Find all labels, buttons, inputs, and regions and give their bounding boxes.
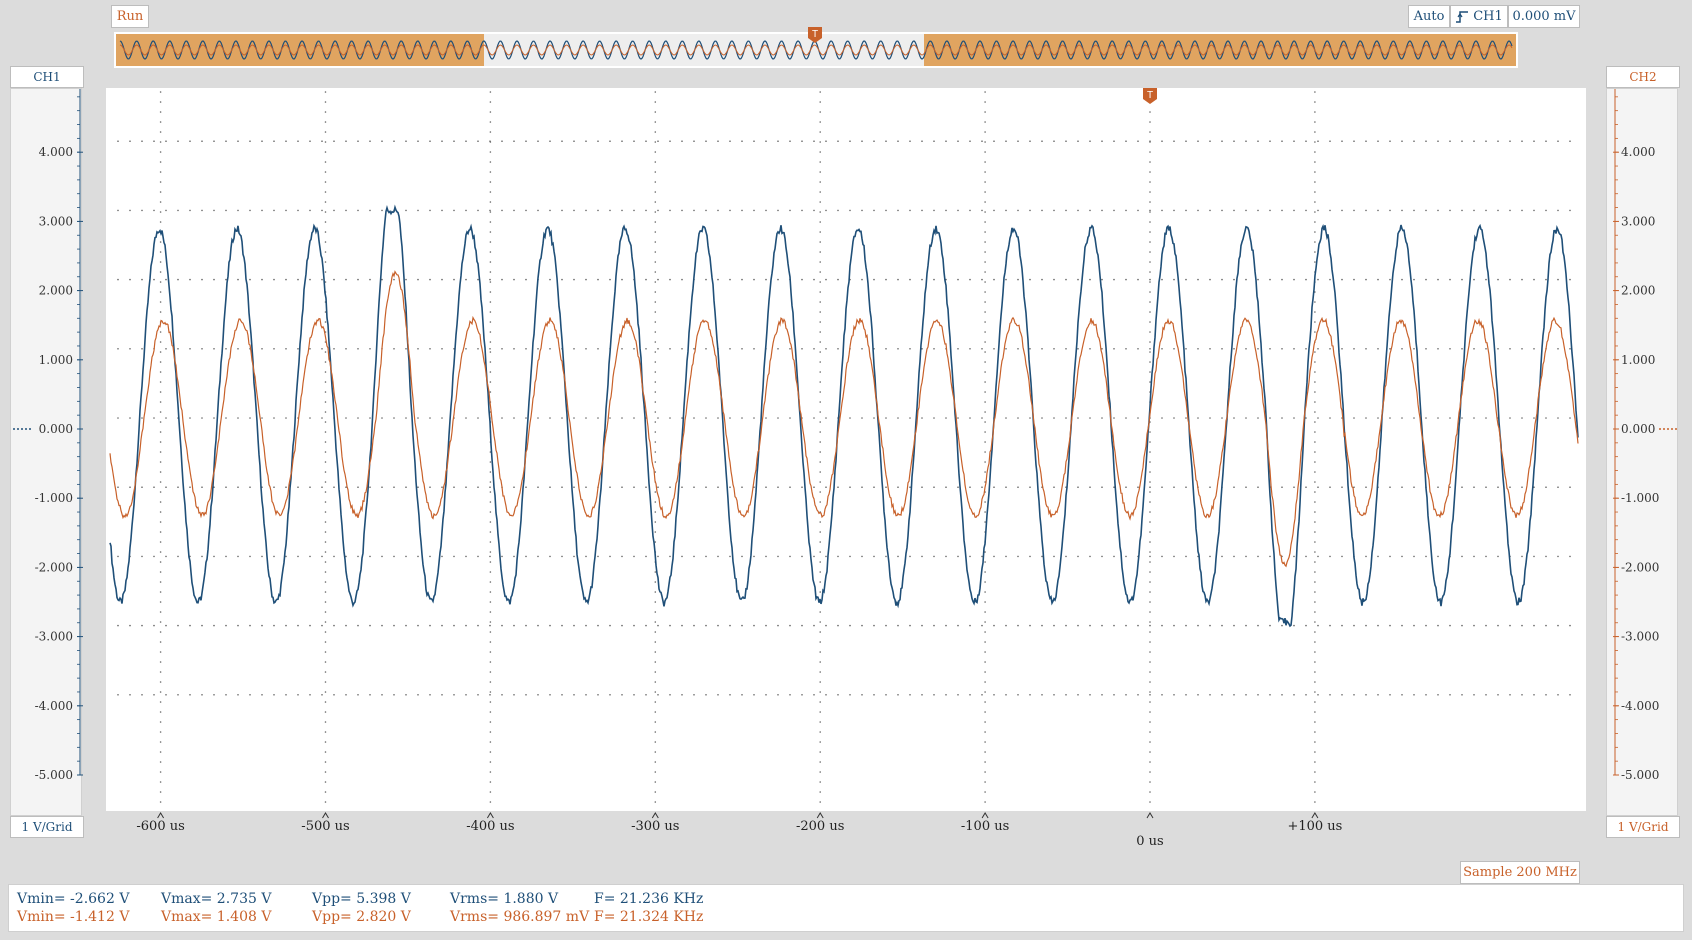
x-tick-mark: [486, 812, 494, 819]
ch2-y-tick-label: -4.000: [1621, 699, 1659, 713]
ch2-vrms: Vrms= 986.897 mV: [450, 909, 590, 925]
x-tick-mark: [157, 812, 165, 819]
x-tick-mark: [981, 812, 989, 819]
x-tick-mark: [322, 812, 329, 819]
x-tick-label: -600 us: [136, 819, 184, 834]
overview-left-region: [116, 34, 484, 66]
ch1-y-tick-label: 1.000: [39, 353, 73, 367]
trigger-level-field[interactable]: 0.000 mV: [1508, 5, 1580, 28]
ch1-y-tick-label: -3.000: [35, 630, 73, 644]
ch2-vmin: Vmin= -1.412 V: [17, 909, 130, 925]
ch1-y-tick-label: 2.000: [39, 284, 73, 298]
ch2-y-tick-label: 2.000: [1621, 284, 1655, 298]
x-tick-label: -300 us: [631, 819, 679, 834]
ch1-vrms: Vrms= 1.880 V: [450, 891, 559, 907]
ch1-y-tick-label: -5.000: [35, 768, 73, 782]
ch1-y-tick-label: -1.000: [35, 491, 73, 505]
ch1-vpp: Vpp= 5.398 V: [312, 891, 411, 907]
ch2-header[interactable]: CH2: [1606, 66, 1680, 88]
ch2-y-tick-label: -3.000: [1621, 630, 1659, 644]
ch2-y-tick-label: 1.000: [1621, 353, 1655, 367]
x-tick-label: -100 us: [961, 819, 1009, 834]
x-tick-label: -500 us: [301, 819, 349, 834]
ch1-y-tick-label: -2.000: [35, 560, 73, 574]
time-axis: -600 us -500 us -400 us -300 us -200 us -100 …: [136, 812, 1342, 847]
trigger-source-label: CH1: [1473, 9, 1503, 24]
waveform-plot: T: [88, 88, 1579, 803]
ch1-frequency: F= 21.236 KHz: [594, 891, 704, 907]
ch1-y-tick-label: 3.000: [39, 214, 73, 228]
sample-rate-label: Sample 200 MHz: [1460, 861, 1580, 884]
x-tick-label: +100 us: [1287, 819, 1342, 834]
waveform-display[interactable]: T: [88, 88, 1586, 811]
ch1-vmax: Vmax= 2.735 V: [161, 891, 272, 907]
trigger-marker-icon: T: [808, 27, 822, 43]
run-button[interactable]: Run: [111, 5, 149, 28]
ch2-frequency: F= 21.324 KHz: [594, 909, 704, 925]
ch2-y-tick-label: 3.000: [1621, 214, 1655, 228]
svg-text:T: T: [1147, 90, 1153, 101]
overview-trigger-marker[interactable]: T: [808, 27, 822, 47]
ch2-y-tick-label: -1.000: [1621, 491, 1659, 505]
ch1-y-tick-label: 5.000: [39, 89, 73, 90]
ch1-vmin: Vmin= -2.662 V: [17, 891, 130, 907]
plot-trigger-marker: T: [1143, 88, 1157, 104]
x-tick-mark: [1311, 812, 1319, 819]
measurements-panel: Vmin= -2.662 V Vmax= 2.735 V Vpp= 5.398 …: [8, 884, 1684, 932]
svg-text:T: T: [812, 29, 818, 40]
x-tick-label: -400 us: [466, 819, 514, 834]
ch2-y-tick-label: 4.000: [1621, 145, 1655, 159]
ch1-waveform: [109, 204, 1579, 628]
trigger-mode-button[interactable]: Auto: [1408, 5, 1450, 28]
x-zero-tick-mark: [1146, 812, 1154, 819]
overview-right-region: [924, 34, 1516, 66]
rising-edge-icon: [1456, 10, 1469, 23]
x-tick-mark: [816, 812, 824, 819]
ch2-scale-button[interactable]: 1 V/Grid: [1606, 816, 1680, 838]
x-zero-label: 0 us: [1136, 834, 1163, 847]
x-tick-mark: [651, 812, 659, 819]
ch1-y-tick-label: 4.000: [39, 145, 73, 159]
ch1-scale-column: 5.000 4.000 3.000 2.000 1.000 0.000 -1.000 -2.0…: [10, 76, 83, 816]
ch2-vmax: Vmax= 1.408 V: [161, 909, 272, 925]
ch1-header[interactable]: CH1: [10, 66, 84, 88]
ch2-y-tick-label: 0.000: [1621, 422, 1655, 436]
ch1-scale-button[interactable]: 1 V/Grid: [10, 816, 84, 838]
ch2-y-tick-label: -2.000: [1621, 560, 1659, 574]
x-tick-label: -200 us: [796, 819, 844, 834]
ch1-y-axis: 5.000 4.000 3.000 2.000 1.000 0.000 -1.000 -2.0…: [13, 76, 83, 782]
ch1-y-tick-label: -4.000: [35, 699, 73, 713]
ch2-y-axis: 5.000 4.000 3.000 2.000 1.000 0.000 -1.000 -2.0…: [1613, 76, 1677, 782]
ch2-waveform: [109, 270, 1579, 568]
ch2-y-tick-label: -5.000: [1621, 768, 1659, 782]
ch2-scale-column: 5.000 4.000 3.000 2.000 1.000 0.000 -1.000 -2.0…: [1606, 76, 1678, 816]
ch2-vpp: Vpp= 2.820 V: [312, 909, 411, 925]
trigger-source-button[interactable]: CH1: [1450, 5, 1508, 28]
ch1-y-tick-label: 0.000: [39, 422, 73, 436]
ch2-y-tick-label: 5.000: [1621, 89, 1655, 90]
